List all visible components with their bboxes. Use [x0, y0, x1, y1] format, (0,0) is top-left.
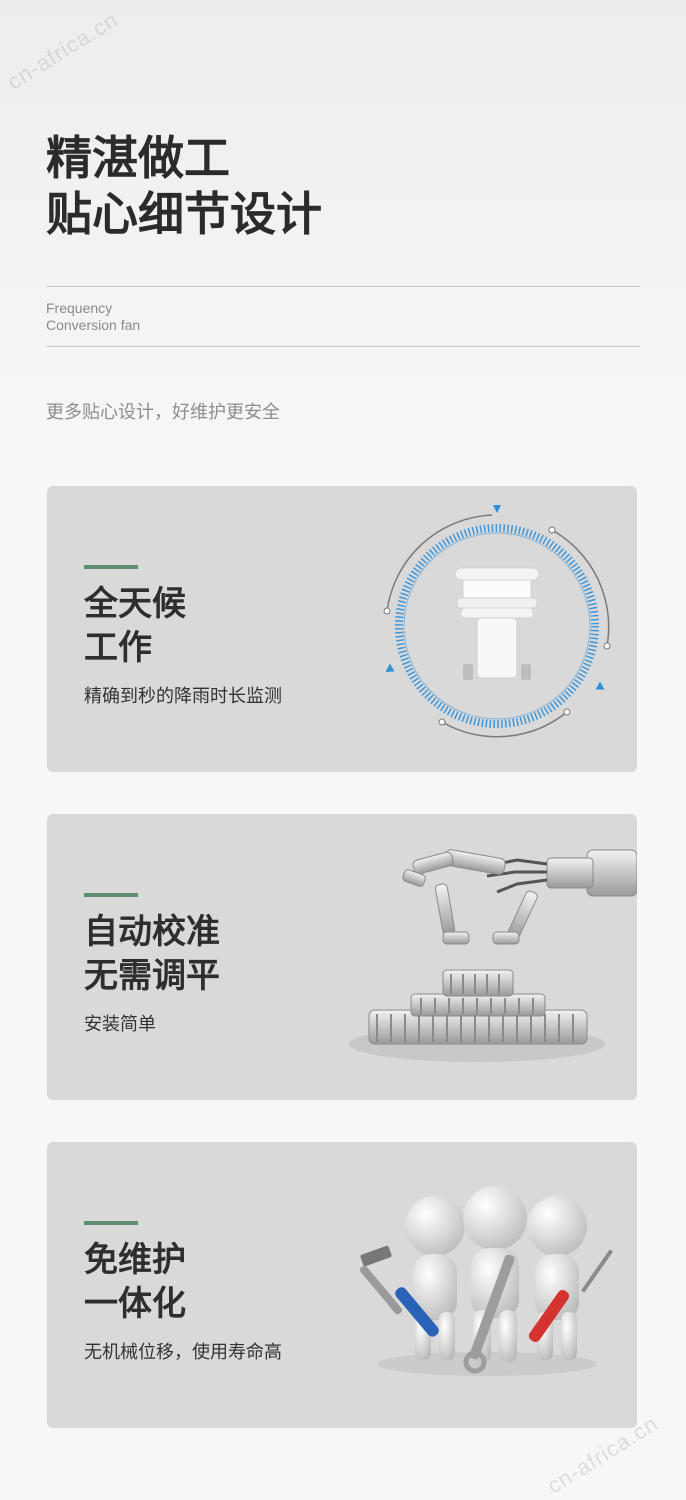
divider-top: [46, 286, 640, 287]
card-title: 自动校准 无需调平: [84, 910, 220, 998]
feature-card-auto-calibration: 自动校准 无需调平 安装简单: [47, 814, 637, 1100]
headline-line-2: 贴心细节设计: [46, 187, 322, 241]
card-title-line-1: 免维护: [84, 1240, 186, 1280]
subtitle-line-2: Conversion fan: [46, 317, 141, 333]
card-title-line-1: 自动校准: [84, 912, 220, 952]
feature-card-maintenance-free: 免维护 一体化 无机械位移，使用寿命高: [47, 1142, 637, 1428]
card-description: 无机械位移，使用寿命高: [84, 1342, 282, 1363]
card-title: 全天候 工作: [84, 582, 186, 670]
card-title: 免维护 一体化: [84, 1238, 186, 1326]
card-title-line-2: 一体化: [84, 1284, 186, 1324]
accent-bar: [84, 893, 138, 897]
card-title-line-2: 工作: [84, 628, 152, 668]
weather-sensor-dial-icon: [347, 486, 637, 772]
feature-card-all-weather: 全天候 工作 精确到秒的降雨时长监测: [47, 486, 637, 772]
divider-bottom: [46, 346, 640, 347]
card-description: 精确到秒的降雨时长监测: [84, 686, 282, 707]
headline-line-1: 精湛做工: [46, 131, 230, 185]
accent-bar: [84, 565, 138, 569]
page-headline: 精湛做工 贴心细节设计: [46, 130, 322, 242]
subtitle-line-1: Frequency: [46, 300, 113, 316]
card-title-line-1: 全天候: [84, 584, 186, 624]
tagline: 更多贴心设计，好维护更安全: [46, 402, 280, 423]
figures-with-tools-icon: [347, 1142, 637, 1428]
robot-arm-gears-icon: [347, 814, 637, 1100]
card-description: 安装简单: [84, 1014, 156, 1035]
watermark-top: cn-africa.cn: [2, 6, 123, 95]
english-subtitle: Frequency Conversion fan: [46, 300, 140, 334]
card-title-line-2: 无需调平: [84, 956, 220, 996]
accent-bar: [84, 1221, 138, 1225]
